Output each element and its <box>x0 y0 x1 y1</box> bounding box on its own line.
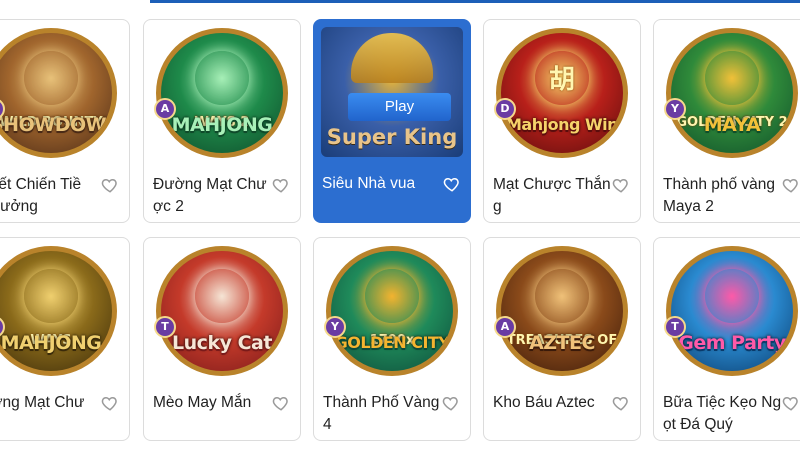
favorite-heart-icon[interactable] <box>442 394 460 412</box>
game-thumbnail[interactable]: WILD BOUNTY SHOWDOWN <box>0 28 117 158</box>
crown-icon <box>351 33 433 83</box>
provider-badge: D <box>494 98 516 120</box>
lucky-cat-icon <box>195 269 249 323</box>
favorite-heart-icon[interactable] <box>101 176 119 194</box>
game-card[interactable]: 胡 Mahjong Win D Mạt Chược Thắn g <box>483 19 641 223</box>
mahjong-tile-icon <box>24 269 78 323</box>
game-card[interactable]: Super King Play Siêu Nhà vua <box>313 19 471 223</box>
game-thumbnail[interactable]: 1700x GOLDEN CITY <box>326 246 458 376</box>
game-thumbnail[interactable]: 胡 Mahjong Win <box>496 28 628 158</box>
game-name[interactable]: Thành Phố Vàng 4 <box>323 392 448 436</box>
game-card[interactable]: TREASURES OF AZTEC A Kho Báu Aztec <box>483 237 641 441</box>
game-art-title: MAHJONG <box>0 332 102 354</box>
game-name[interactable]: Bữa Tiệc Kẹo Ng ọt Đá Quý <box>663 392 788 436</box>
game-card[interactable]: Gem Party T Bữa Tiệc Kẹo Ng ọt Đá Quý <box>653 237 800 441</box>
game-name[interactable]: Đường Mạt Chư ợc 2 <box>153 174 278 218</box>
dragon-icon <box>195 51 249 105</box>
game-thumbnail[interactable]: Gem Party <box>666 246 798 376</box>
game-name[interactable]: Mạt Chược Thắn g <box>493 174 618 218</box>
game-name[interactable]: ường Mạt Chư <box>0 392 107 414</box>
active-tab-indicator <box>150 0 800 3</box>
game-name[interactable]: Thành phố vàng Maya 2 <box>663 174 788 218</box>
provider-badge: Y <box>664 98 686 120</box>
game-art-title: Mahjong Win <box>505 115 619 134</box>
favorite-heart-icon[interactable] <box>272 394 290 412</box>
provider-badge: T <box>154 316 176 338</box>
game-thumbnail[interactable]: WAYS 2 MAHJONG <box>156 28 288 158</box>
game-thumbnail[interactable]: Lucky Cat <box>156 246 288 376</box>
favorite-heart-icon[interactable] <box>612 176 630 194</box>
gem-icon <box>705 269 759 323</box>
game-card[interactable]: WAYS MAHJONG A ường Mạt Chư <box>0 237 130 441</box>
game-art-title: GOLDEN CITY <box>334 333 450 352</box>
game-card[interactable]: Lucky Cat T Mèo May Mắn <box>143 237 301 441</box>
favorite-heart-icon[interactable] <box>443 175 461 193</box>
game-art-title: MAHJONG <box>171 114 273 136</box>
game-thumbnail[interactable]: WAYS MAHJONG <box>0 246 117 376</box>
provider-badge: A <box>154 98 176 120</box>
game-art-title: SHOWDOWN <box>0 114 117 136</box>
provider-badge: A <box>494 316 516 338</box>
game-name[interactable]: Mèo May Mắn <box>153 392 278 414</box>
game-card[interactable]: 1700x GOLDEN CITY Y Thành Phố Vàng 4 <box>313 237 471 441</box>
game-name[interactable]: Siêu Nhà vua <box>322 173 447 195</box>
aztec-sun-icon <box>705 51 759 105</box>
favorite-heart-icon[interactable] <box>612 394 630 412</box>
game-art-title: AZTEC <box>529 332 595 354</box>
game-art-title: Gem Party <box>678 332 786 354</box>
provider-badge: Y <box>324 316 346 338</box>
game-card[interactable]: WILD BOUNTY SHOWDOWN A uyết Chiến Tiề Th… <box>0 19 130 223</box>
favorite-heart-icon[interactable] <box>272 176 290 194</box>
top-tab-underline <box>0 0 800 3</box>
favorite-heart-icon[interactable] <box>782 394 800 412</box>
favorite-heart-icon[interactable] <box>782 176 800 194</box>
game-art-subtitle: 胡 <box>548 65 575 95</box>
game-art-title: Super King <box>326 125 458 149</box>
game-card[interactable]: WAYS 2 MAHJONG A Đường Mạt Chư ợc 2 <box>143 19 301 223</box>
game-thumbnail[interactable]: Super King Play <box>321 27 463 157</box>
golden-frog-icon <box>365 269 419 323</box>
game-thumbnail[interactable]: TREASURES OF AZTEC <box>496 246 628 376</box>
game-thumbnail[interactable]: GOLDEN CITY 2 MAYA <box>666 28 798 158</box>
game-name[interactable]: uyết Chiến Tiề Thưởng <box>0 174 107 218</box>
cowgirl-icon <box>24 51 78 105</box>
favorite-heart-icon[interactable] <box>101 394 119 412</box>
provider-badge: T <box>664 316 686 338</box>
play-button[interactable]: Play <box>348 93 451 121</box>
aztec-warrior-icon <box>535 269 589 323</box>
game-card[interactable]: GOLDEN CITY 2 MAYA Y Thành phố vàng Maya… <box>653 19 800 223</box>
game-art-title: MAYA <box>703 114 761 136</box>
game-art-title: Lucky Cat <box>172 332 272 354</box>
game-name[interactable]: Kho Báu Aztec <box>493 392 618 414</box>
